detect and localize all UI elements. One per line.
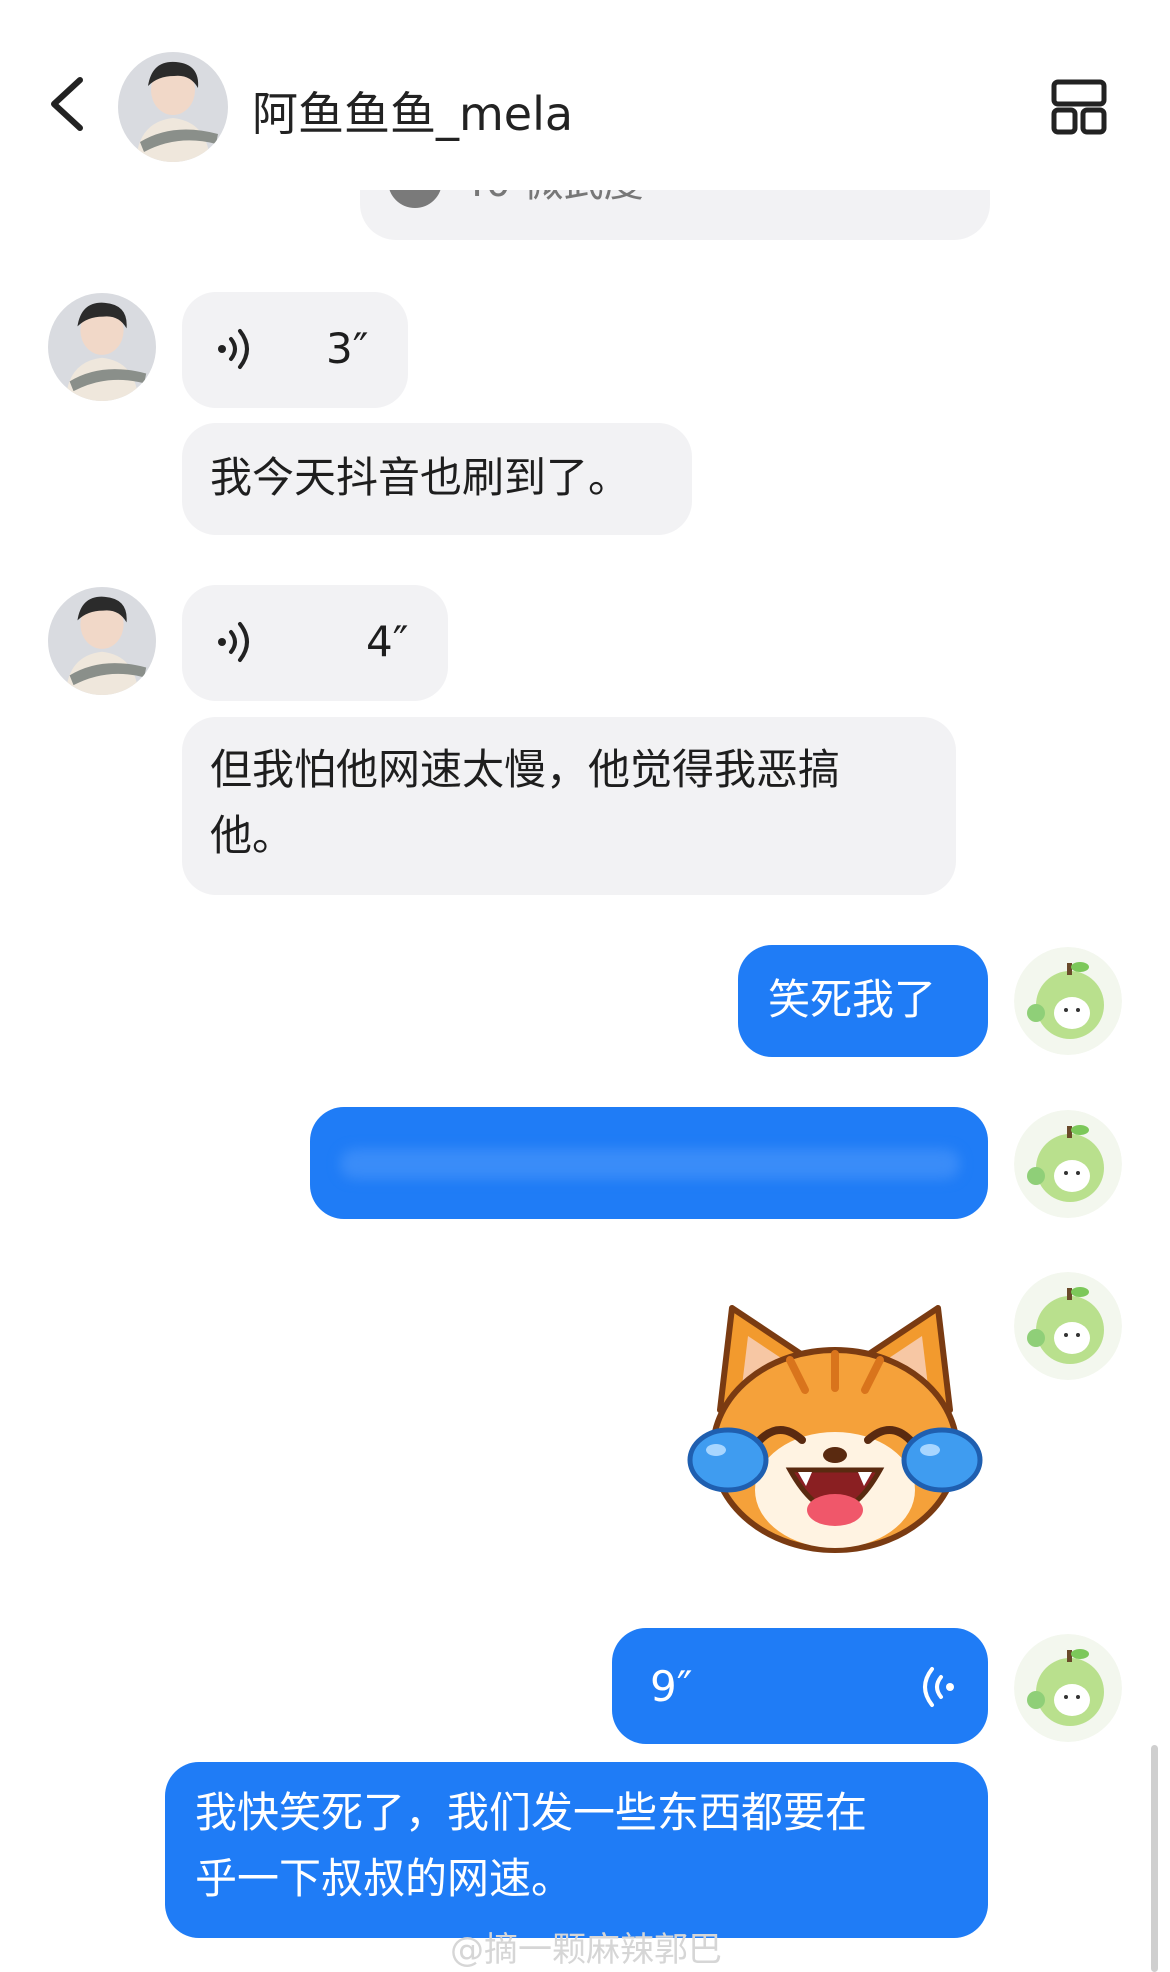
voice-wave-icon: [218, 329, 249, 369]
my-avatar[interactable]: [1014, 947, 1122, 1055]
my-avatar[interactable]: [1014, 1272, 1122, 1380]
outgoing-voice-message[interactable]: 9″: [612, 1628, 988, 1744]
chevron-left-icon[interactable]: [40, 74, 94, 134]
contact-avatar-small[interactable]: [48, 293, 156, 401]
contact-name: 阿鱼鱼鱼_mela: [252, 87, 574, 141]
blurred-content: [340, 1149, 960, 1179]
scrollbar[interactable]: [1151, 1745, 1158, 1972]
outgoing-blurred-message[interactable]: [310, 1107, 988, 1219]
chat-header: 阿鱼鱼鱼_mela: [0, 0, 1170, 190]
message-text: 我今天抖音也刷到了。: [210, 453, 631, 502]
voice-duration: 9″: [650, 1662, 693, 1711]
contact-avatar-small[interactable]: [48, 587, 156, 695]
crying-laughing-cat-sticker[interactable]: [680, 1290, 990, 1560]
incoming-voice-message[interactable]: 4″: [182, 585, 448, 701]
message-text-line: 他。: [210, 811, 295, 860]
message-text-line: 但我怕他网速太慢，他觉得我恶搞: [210, 745, 841, 794]
watermark: @摘一颗麻辣郭巴: [450, 1930, 722, 1970]
voice-duration: 4″: [366, 617, 409, 666]
voice-wave-icon: [218, 622, 249, 662]
my-avatar[interactable]: [1014, 1634, 1122, 1742]
voice-duration: 3″: [326, 324, 369, 373]
voice-wave-icon: [923, 1667, 954, 1707]
message-text-line: 我快笑死了，我们发一些东西都要在: [195, 1788, 868, 1837]
my-avatar[interactable]: [1014, 1110, 1122, 1218]
incoming-text-message[interactable]: 我今天抖音也刷到了。: [182, 423, 692, 535]
message-text: 笑死我了: [768, 975, 937, 1024]
outgoing-text-message[interactable]: 笑死我了: [738, 945, 988, 1057]
grid-menu-icon[interactable]: [1050, 78, 1108, 136]
incoming-voice-message[interactable]: 3″: [182, 292, 408, 408]
outgoing-text-message[interactable]: 我快笑死了，我们发一些东西都要在 乎一下叔叔的网速。: [165, 1762, 988, 1938]
incoming-text-message[interactable]: 但我怕他网速太慢，他觉得我恶搞 他。: [182, 717, 956, 895]
message-text-line: 乎一下叔叔的网速。: [195, 1854, 574, 1903]
contact-avatar[interactable]: [118, 52, 228, 162]
